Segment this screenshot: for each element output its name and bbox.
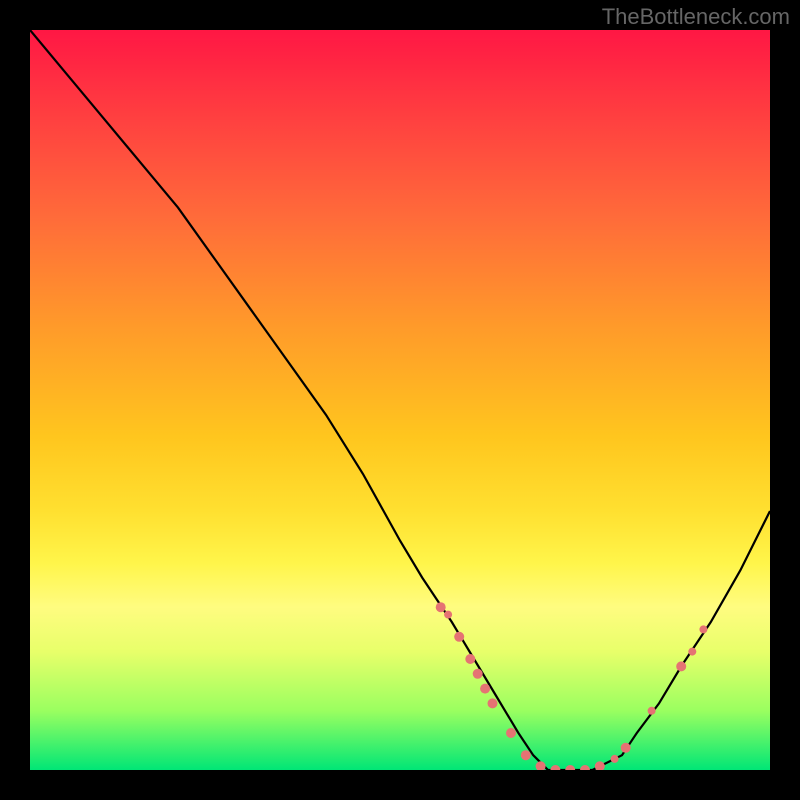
watermark-text: TheBottleneck.com	[602, 4, 790, 30]
data-marker	[676, 661, 686, 671]
data-marker	[648, 707, 656, 715]
data-marker	[480, 684, 490, 694]
data-marker	[565, 765, 575, 770]
data-marker	[488, 698, 498, 708]
data-marker	[465, 654, 475, 664]
data-marker	[473, 669, 483, 679]
data-marker	[611, 755, 619, 763]
data-marker	[550, 765, 560, 770]
data-marker	[506, 728, 516, 738]
data-marker	[444, 611, 452, 619]
data-marker	[436, 602, 446, 612]
bottleneck-curve	[30, 30, 770, 770]
markers-group	[436, 602, 708, 770]
data-marker	[521, 750, 531, 760]
data-marker	[699, 625, 707, 633]
data-marker	[688, 648, 696, 656]
data-marker	[621, 743, 631, 753]
chart-svg	[30, 30, 770, 770]
data-marker	[595, 761, 605, 770]
data-marker	[580, 765, 590, 770]
data-marker	[536, 761, 546, 770]
chart-frame: TheBottleneck.com	[0, 0, 800, 800]
data-marker	[454, 632, 464, 642]
